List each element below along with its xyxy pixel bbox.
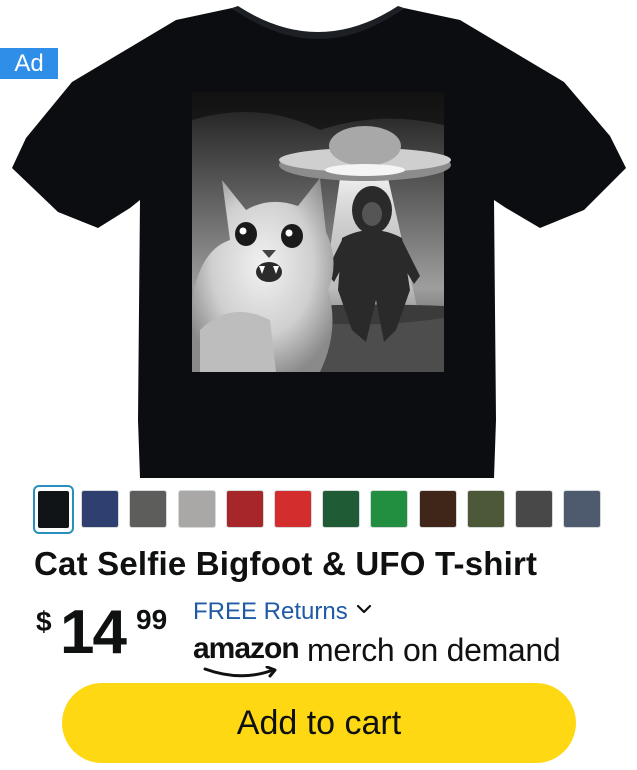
product-title[interactable]: Cat Selfie Bigfoot & UFO T-shirt bbox=[34, 545, 614, 583]
color-swatch[interactable] bbox=[418, 490, 457, 528]
color-swatch-fill bbox=[38, 491, 69, 528]
price-symbol: $ bbox=[36, 606, 52, 637]
ad-badge: Ad bbox=[0, 48, 58, 79]
color-swatches bbox=[33, 485, 605, 534]
color-swatch[interactable] bbox=[515, 490, 553, 528]
amazon-smile-icon bbox=[203, 666, 277, 678]
price-fraction: 99 bbox=[136, 604, 168, 635]
brand-logo: amazon merch on demand bbox=[193, 632, 593, 678]
color-swatch[interactable] bbox=[370, 490, 409, 528]
color-swatch[interactable] bbox=[81, 490, 120, 528]
merch-on-demand-text: merch on demand bbox=[307, 632, 561, 668]
product-image[interactable] bbox=[0, 0, 637, 480]
chevron-down-icon bbox=[356, 604, 371, 614]
free-returns-label: FREE Returns bbox=[193, 598, 348, 625]
shirt-print bbox=[192, 92, 451, 372]
amazon-wordmark: amazon bbox=[193, 632, 300, 665]
color-swatch[interactable] bbox=[177, 490, 216, 528]
price-whole: 14 bbox=[60, 598, 127, 667]
color-swatch[interactable] bbox=[129, 490, 168, 528]
color-swatch[interactable] bbox=[563, 490, 602, 528]
color-swatch[interactable] bbox=[225, 490, 264, 528]
color-swatch[interactable] bbox=[274, 490, 312, 528]
color-swatch[interactable] bbox=[33, 485, 74, 534]
color-swatch[interactable] bbox=[322, 490, 361, 528]
add-to-cart-button[interactable]: Add to cart bbox=[62, 683, 576, 763]
free-returns-link[interactable]: FREE Returns bbox=[193, 598, 372, 626]
color-swatch[interactable] bbox=[466, 490, 505, 528]
